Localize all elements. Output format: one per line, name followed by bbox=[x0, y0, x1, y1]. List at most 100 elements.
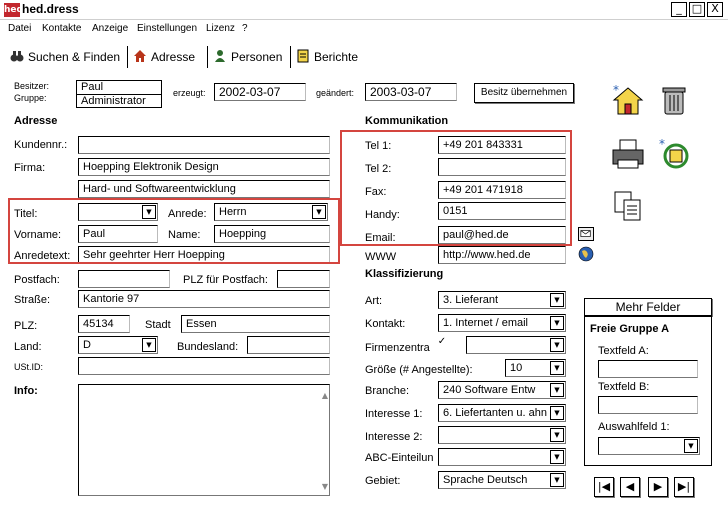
interesse2-label: Interesse 2: bbox=[365, 431, 423, 443]
chevron-down-icon[interactable]: ▼ bbox=[550, 338, 564, 352]
textfeld-a-field[interactable] bbox=[598, 360, 698, 378]
minimize-button[interactable]: _ bbox=[671, 2, 687, 17]
art-label: Art: bbox=[365, 295, 383, 307]
menu-bar: Datei Kontakte Anzeige Einstellungen Liz… bbox=[0, 20, 728, 38]
geaendert-field[interactable]: 2003-03-07 bbox=[365, 83, 457, 101]
strasse-field[interactable]: Kantorie 97 bbox=[78, 290, 330, 308]
chevron-down-icon[interactable]: ▼ bbox=[550, 428, 564, 442]
besitzer-label: Besitzer: bbox=[14, 81, 50, 91]
land-label: Land: bbox=[14, 341, 42, 353]
chevron-down-icon[interactable]: ▼ bbox=[550, 473, 564, 487]
info-label: Info: bbox=[14, 385, 38, 397]
textfeld-b-label: Textfeld B: bbox=[598, 381, 650, 393]
menu-help[interactable]: ? bbox=[242, 23, 248, 34]
abc-combo[interactable]: ▼ bbox=[438, 448, 566, 466]
gebiet-combo[interactable]: Sprache Deutsch ▼ bbox=[438, 471, 566, 489]
new-house-icon[interactable]: * bbox=[610, 82, 646, 118]
groesse-value: 10 bbox=[510, 362, 523, 374]
gruppe-value: Administrator bbox=[81, 95, 146, 107]
next-record-button[interactable]: ▶ bbox=[648, 477, 668, 497]
chevron-down-icon[interactable]: ▼ bbox=[550, 406, 564, 420]
report-icon bbox=[297, 49, 309, 63]
firmenzentrale-label: Firmenzentra bbox=[365, 342, 430, 354]
firma-label: Firma: bbox=[14, 162, 46, 174]
tab-suchen[interactable]: Suchen & Finden bbox=[10, 48, 120, 66]
www-field[interactable]: http://www.hed.de bbox=[438, 246, 566, 264]
menu-lizenz[interactable]: Lizenz bbox=[206, 23, 235, 34]
www-label: WWW bbox=[365, 251, 397, 263]
chevron-down-icon[interactable]: ▼ bbox=[550, 316, 564, 330]
gebiet-value: Sprache Deutsch bbox=[443, 474, 528, 486]
geaendert-label: geändert: bbox=[316, 88, 355, 98]
refresh-icon[interactable]: * bbox=[656, 136, 692, 172]
last-record-button[interactable]: ▶| bbox=[674, 477, 694, 497]
gruppe-label: Gruppe: bbox=[14, 93, 47, 103]
trash-icon[interactable] bbox=[656, 82, 692, 118]
tab-berichte[interactable]: Berichte bbox=[296, 48, 358, 66]
chevron-down-icon[interactable]: ▼ bbox=[550, 361, 564, 375]
firma2-field[interactable]: Hard- und Softwareentwicklung bbox=[78, 180, 330, 198]
klassifizierung-title: Klassifizierung bbox=[365, 268, 444, 280]
binoculars-icon bbox=[10, 51, 24, 62]
email-small-icon[interactable] bbox=[578, 227, 594, 241]
erzeugt-field[interactable]: 2002-03-07 bbox=[214, 83, 306, 101]
ustid-field[interactable] bbox=[78, 357, 330, 375]
groesse-combo[interactable]: 10 ▼ bbox=[505, 359, 566, 377]
menu-kontakte[interactable]: Kontakte bbox=[42, 23, 81, 34]
maximize-button[interactable]: □ bbox=[689, 2, 705, 17]
menu-einstellungen[interactable]: Einstellungen bbox=[137, 23, 197, 34]
tab-personen[interactable]: Personen bbox=[213, 48, 282, 66]
kontakt-combo[interactable]: 1. Internet / email ▼ bbox=[438, 314, 566, 332]
chevron-down-icon[interactable]: ▼ bbox=[550, 383, 564, 397]
besitz-uebernehmen-button[interactable]: Besitz übernehmen bbox=[474, 83, 574, 103]
menu-datei[interactable]: Datei bbox=[8, 23, 31, 34]
kundennr-field[interactable] bbox=[78, 136, 330, 154]
mehr-felder-button[interactable]: Mehr Felder bbox=[584, 298, 712, 316]
branche-combo[interactable]: 240 Software Entw ▼ bbox=[438, 381, 566, 399]
plz-postfach-field[interactable] bbox=[277, 270, 330, 288]
auswahlfeld-combo[interactable]: ▼ bbox=[598, 437, 700, 455]
scroll-down-icon[interactable]: ▼ bbox=[322, 482, 328, 491]
info-textarea[interactable]: ▲ ▼ bbox=[78, 384, 330, 496]
first-record-button[interactable]: |◀ bbox=[594, 477, 614, 497]
copy-icon[interactable] bbox=[610, 188, 646, 224]
stadt-field[interactable]: Essen bbox=[181, 315, 330, 333]
plz-label: PLZ: bbox=[14, 320, 38, 332]
scroll-up-icon[interactable]: ▲ bbox=[322, 391, 328, 400]
menu-anzeige[interactable]: Anzeige bbox=[92, 23, 128, 34]
chevron-down-icon[interactable]: ▼ bbox=[550, 293, 564, 307]
plz-field[interactable]: 45134 bbox=[78, 315, 130, 333]
kontakt-value: 1. Internet / email bbox=[443, 317, 528, 329]
highlight-box-kommunikation bbox=[340, 130, 572, 246]
tab-personen-label: Personen bbox=[231, 50, 283, 64]
adresse-title: Adresse bbox=[14, 115, 58, 127]
tab-adresse[interactable]: Adresse bbox=[133, 48, 195, 66]
art-combo[interactable]: 3. Lieferant ▼ bbox=[438, 291, 566, 309]
firmenzentrale-checkbox[interactable]: ✓ bbox=[436, 336, 448, 348]
globe-icon[interactable] bbox=[578, 246, 594, 262]
kundennr-label: Kundennr.: bbox=[14, 139, 68, 151]
prev-record-button[interactable]: ◀ bbox=[620, 477, 640, 497]
textfeld-b-field[interactable] bbox=[598, 396, 698, 414]
firmenzentrale-combo[interactable]: ▼ bbox=[466, 336, 566, 354]
firma1-field[interactable]: Hoepping Elektronik Design bbox=[78, 158, 330, 176]
tab-suchen-label: Suchen & Finden bbox=[28, 50, 121, 64]
print-icon[interactable] bbox=[610, 136, 646, 172]
auswahlfeld-label: Auswahlfeld 1: bbox=[598, 421, 670, 433]
close-button[interactable]: X bbox=[707, 2, 723, 17]
postfach-field[interactable] bbox=[78, 270, 170, 288]
bundesland-field[interactable] bbox=[247, 336, 330, 354]
interesse1-combo[interactable]: 6. Liefertanten u. ahn ▼ bbox=[438, 404, 566, 422]
chevron-down-icon[interactable]: ▼ bbox=[550, 450, 564, 464]
house-icon bbox=[134, 50, 146, 62]
highlight-box-name bbox=[8, 198, 340, 264]
owner-box: Paul Administrator bbox=[76, 80, 162, 108]
chevron-down-icon[interactable]: ▼ bbox=[142, 338, 156, 352]
art-value: 3. Lieferant bbox=[443, 294, 499, 306]
land-combo[interactable]: D ▼ bbox=[78, 336, 158, 354]
tab-berichte-label: Berichte bbox=[314, 50, 359, 64]
chevron-down-icon[interactable]: ▼ bbox=[684, 439, 698, 453]
freie-gruppe-title: Freie Gruppe A bbox=[590, 323, 670, 335]
interesse2-combo[interactable]: ▼ bbox=[438, 426, 566, 444]
app-icon: hed bbox=[4, 3, 23, 17]
